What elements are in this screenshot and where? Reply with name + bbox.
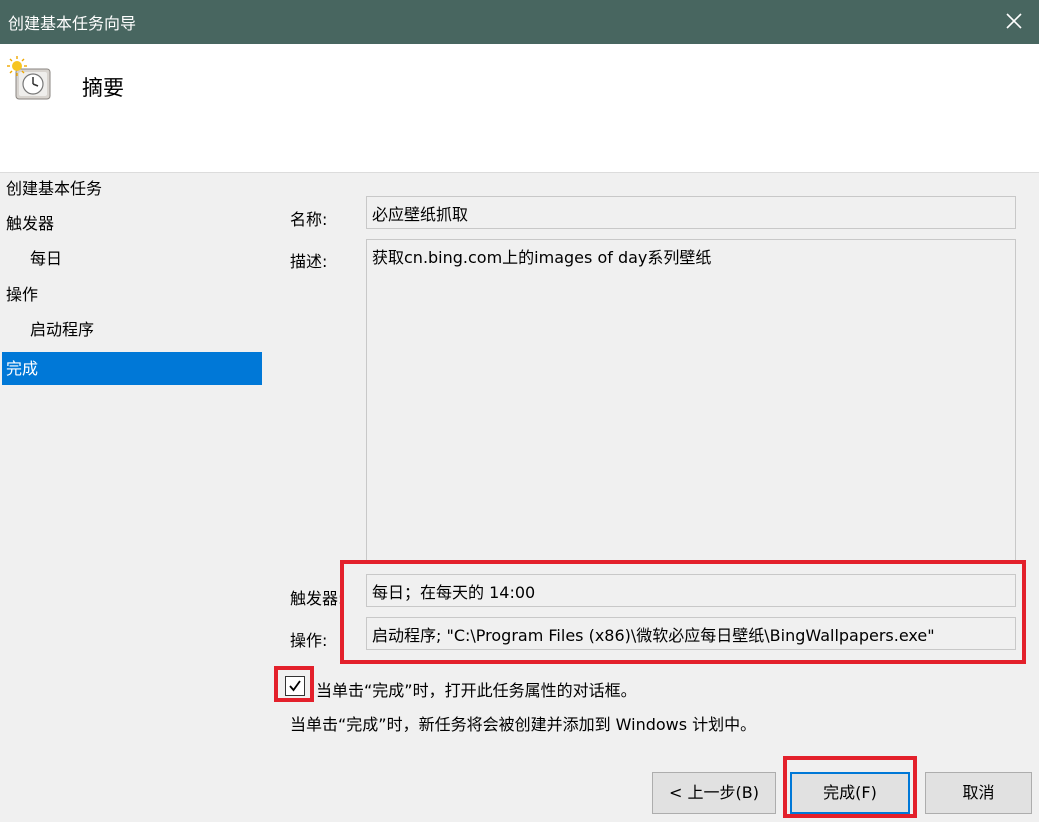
description-field[interactable]: 获取cn.bing.com上的images of day系列壁纸: [366, 239, 1016, 564]
open-properties-checkbox[interactable]: [285, 676, 305, 696]
back-button[interactable]: < 上一步(B): [652, 772, 776, 814]
close-icon[interactable]: [1001, 8, 1027, 34]
cancel-button[interactable]: 取消: [925, 772, 1032, 814]
open-properties-label[interactable]: 当单击“完成”时，打开此任务属性的对话框。: [316, 677, 637, 701]
step-daily[interactable]: 每日: [2, 242, 262, 275]
step-action[interactable]: 操作: [2, 278, 262, 311]
scheduled-task-clock-icon: [6, 54, 56, 104]
finish-info-text: 当单击“完成”时，新任务将会被创建并添加到 Windows 计划中。: [290, 715, 757, 734]
action-label: 操作:: [290, 631, 328, 650]
title-bar: 创建基本任务向导: [0, 0, 1039, 44]
step-start-program[interactable]: 启动程序: [2, 313, 262, 346]
page-title: 摘要: [82, 76, 124, 100]
step-create-basic-task[interactable]: 创建基本任务: [2, 172, 262, 205]
wizard-header: 摘要: [0, 44, 1039, 173]
finish-button[interactable]: 完成(F): [790, 772, 910, 814]
name-label: 名称:: [290, 210, 328, 229]
checkmark-icon: [289, 680, 301, 692]
description-label: 描述:: [290, 252, 328, 271]
window-title: 创建基本任务向导: [8, 14, 137, 33]
trigger-field[interactable]: 每日；在每天的 14:00: [366, 574, 1016, 607]
action-field[interactable]: 启动程序; "C:\Program Files (x86)\微软必应每日壁纸\B…: [366, 617, 1016, 650]
step-trigger[interactable]: 触发器: [2, 207, 262, 240]
wizard-steps-sidebar: 创建基本任务 触发器 每日 操作 启动程序 完成: [0, 172, 262, 822]
name-field[interactable]: 必应壁纸抓取: [366, 196, 1016, 229]
step-finish[interactable]: 完成: [2, 352, 262, 385]
trigger-label: 触发器:: [290, 589, 344, 608]
